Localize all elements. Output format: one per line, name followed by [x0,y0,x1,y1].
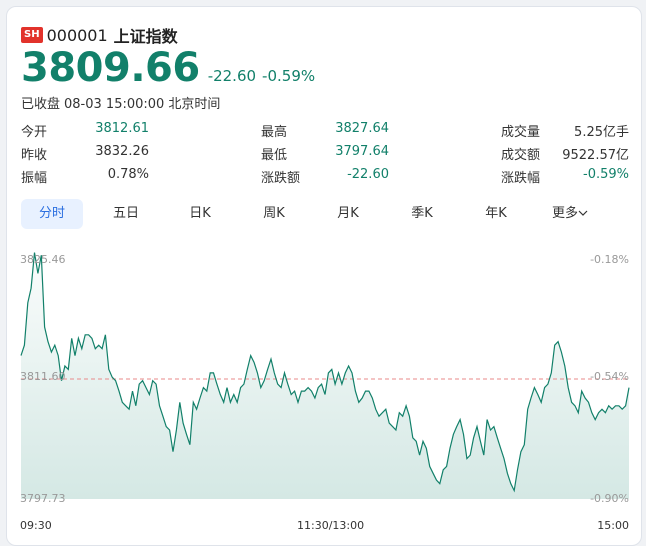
chevron-down-icon [578,206,588,221]
stock-code: 000001 [46,25,108,45]
y-tick-left-bottom: 3797.73 [20,492,66,505]
market-status: 已收盘 08-03 15:00:00 北京时间 [21,93,224,112]
tab-daily-k[interactable]: 日K [169,199,231,229]
x-tick-start: 09:30 [20,519,52,532]
stat-low: 最低 3797.64 [261,144,389,163]
x-tick-end: 15:00 [597,519,629,532]
stat-label: 振幅 [21,171,48,186]
stat-label: 最低 [261,148,288,163]
tab-more-label: 更多 [551,206,578,221]
stat-label: 成交量 [501,125,541,140]
y-tick-left-top: 3825.46 [20,253,66,266]
quote-header: SH 000001 上证指数 [21,23,178,47]
stat-value: -22.60 [347,167,389,182]
tab-yearly-k[interactable]: 年K [465,199,527,229]
y-tick-left-mid: 3811.60 [20,370,66,383]
tab-five-day[interactable]: 五日 [95,199,157,229]
stats-row: 振幅 0.78% 涨跌额 -22.60 涨跌幅 -0.59% [21,165,631,188]
tab-intraday[interactable]: 分时 [21,199,83,229]
stat-label: 成交额 [501,148,541,163]
stat-high: 最高 3827.64 [261,121,389,140]
stat-amplitude: 振幅 0.78% [21,167,149,186]
status-timezone: 北京时间 [168,97,221,112]
stat-label: 最高 [261,125,288,140]
price-row: 3809.66 -22.60 -0.59% [21,45,315,91]
exchange-badge: SH [21,27,43,43]
y-tick-right-bottom: -0.90% [590,492,629,505]
stat-value: 3832.26 [95,144,149,159]
stat-label: 涨跌幅 [501,171,541,186]
stat-label: 昨收 [21,148,48,163]
stat-value: -0.59% [583,167,629,182]
tab-monthly-k[interactable]: 月K [317,199,379,229]
current-price: 3809.66 [21,45,200,91]
stat-label: 涨跌额 [261,171,301,186]
x-tick-mid: 11:30/13:00 [297,519,365,532]
stat-prev-close: 昨收 3832.26 [21,144,149,163]
tab-more[interactable]: 更多 [539,199,601,229]
quote-card: SH 000001 上证指数 3809.66 -22.60 -0.59% 已收盘… [6,6,642,546]
tab-quarterly-k[interactable]: 季K [391,199,453,229]
period-tabs: 分时 五日 日K 周K 月K 季K 年K 更多 [21,199,613,229]
stats-grid: 今开 3812.61 最高 3827.64 成交量 5.25亿手 昨收 3832.26 … [21,119,631,188]
price-change: -22.60 [207,67,257,85]
stats-row: 昨收 3832.26 最低 3797.64 成交额 9522.57亿 [21,142,631,165]
stat-change-pct: 涨跌幅 -0.59% [501,167,629,186]
stock-name: 上证指数 [113,27,178,46]
stat-open: 今开 3812.61 [21,121,149,140]
stat-value: 9522.57亿 [562,148,629,163]
stat-change-amount: 涨跌额 -22.60 [261,167,389,186]
stats-row: 今开 3812.61 最高 3827.64 成交量 5.25亿手 [21,119,631,142]
stat-volume: 成交量 5.25亿手 [501,121,629,140]
y-tick-right-top: -0.18% [590,253,629,266]
y-tick-right-mid: -0.54% [590,370,629,383]
chart-svg [20,252,630,499]
stat-value: 0.78% [107,167,149,182]
stat-value: 3797.64 [335,144,389,159]
stat-turnover: 成交额 9522.57亿 [501,144,629,163]
stat-value: 3812.61 [95,121,149,136]
status-datetime: 08-03 15:00:00 [64,97,165,112]
status-text: 已收盘 [21,97,61,112]
tab-weekly-k[interactable]: 周K [243,199,305,229]
stat-label: 今开 [21,125,48,140]
stat-value: 5.25亿手 [574,125,629,140]
intraday-chart[interactable]: 3825.46 3811.60 3797.73 -0.18% -0.54% -0… [7,239,641,539]
stat-value: 3827.64 [335,121,389,136]
price-change-pct: -0.59% [262,67,316,85]
